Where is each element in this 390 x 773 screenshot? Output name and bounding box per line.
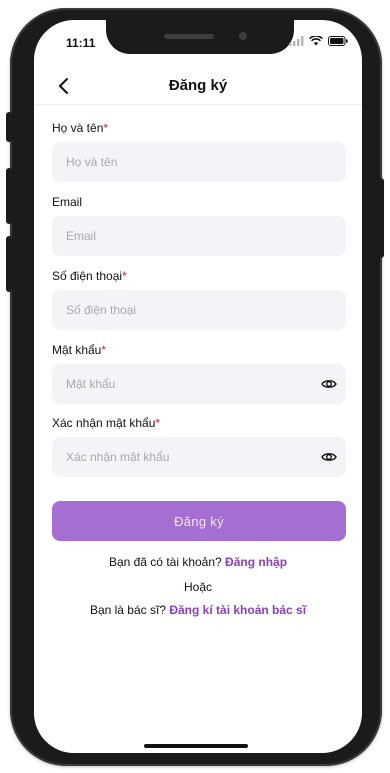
register-button[interactable]: Đăng ký <box>52 501 346 541</box>
home-indicator[interactable] <box>144 744 248 748</box>
page-title: Đăng ký <box>168 77 228 94</box>
volume-down-button <box>6 236 12 292</box>
front-camera <box>239 32 247 40</box>
email-label: Email <box>52 195 83 209</box>
email-input[interactable] <box>52 216 346 256</box>
status-icons <box>289 36 348 46</box>
phone-label: Số điện thoại* <box>52 269 127 283</box>
phone-label-text: Số điện thoại <box>52 269 123 283</box>
login-prompt: Bạn đã có tài khoản? Đăng nhập <box>34 555 362 569</box>
screen: 11:11 Đăng ký Họ và tên* Email <box>34 20 362 753</box>
doctor-question-text: Bạn là bác sĩ? <box>89 603 166 617</box>
power-button <box>378 178 384 258</box>
full-name-label-text: Họ và tên <box>52 121 104 135</box>
volume-up-button <box>6 168 12 224</box>
confirm-password-label: Xác nhận mật khẩu* <box>52 416 160 430</box>
confirm-password-input[interactable] <box>52 437 346 477</box>
required-mark: * <box>101 343 107 357</box>
battery-icon <box>328 36 348 46</box>
notch <box>106 20 294 54</box>
doctor-register-prompt: Bạn là bác sĩ? Đăng kí tài khoản bác sĩ <box>34 603 362 617</box>
phone-input[interactable] <box>52 290 346 330</box>
speaker-grille <box>164 34 214 39</box>
eye-icon[interactable] <box>321 378 337 390</box>
have-account-text: Bạn đã có tài khoản? <box>108 555 222 569</box>
login-link[interactable]: Đăng nhập <box>225 555 287 569</box>
password-label: Mật khẩu* <box>52 343 106 357</box>
required-mark: * <box>122 269 127 283</box>
password-input[interactable] <box>52 364 346 404</box>
required-mark: * <box>155 416 161 430</box>
app-header: Đăng ký <box>34 70 362 105</box>
eye-icon[interactable] <box>321 451 337 463</box>
required-mark: * <box>103 121 109 135</box>
confirm-password-label-text: Xác nhận mật khẩu <box>52 416 156 430</box>
full-name-input[interactable] <box>52 142 346 182</box>
wifi-icon <box>309 36 323 46</box>
status-time: 11:11 <box>66 36 96 50</box>
full-name-label: Họ và tên* <box>52 121 108 135</box>
doctor-register-link[interactable]: Đăng kí tài khoản bác sĩ <box>169 603 306 617</box>
password-label-text: Mật khẩu <box>52 343 102 357</box>
signal-icon <box>289 36 304 46</box>
mute-switch <box>6 112 12 142</box>
or-separator: Hoặc <box>183 580 212 594</box>
